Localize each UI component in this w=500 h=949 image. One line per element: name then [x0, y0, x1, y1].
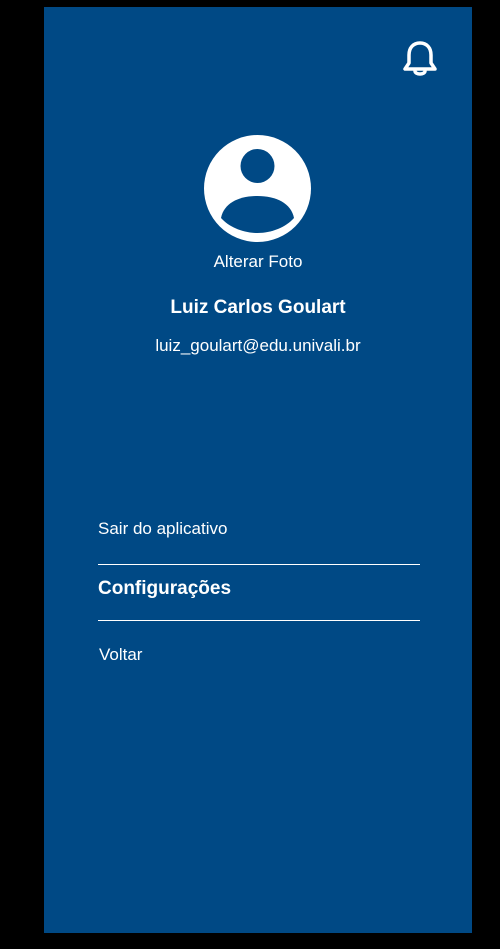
- bell-icon[interactable]: [402, 39, 438, 79]
- profile-screen: Alterar Foto Luiz Carlos Goulart luiz_go…: [44, 7, 472, 933]
- settings-menu-item[interactable]: Configurações: [98, 578, 231, 600]
- menu-divider: [98, 564, 420, 565]
- logout-menu-item[interactable]: Sair do aplicativo: [98, 519, 227, 539]
- user-avatar-icon[interactable]: [204, 135, 311, 242]
- user-email: luiz_goulart@edu.univali.br: [155, 336, 361, 355]
- change-photo-link[interactable]: Alterar Foto: [44, 252, 472, 272]
- menu-divider: [98, 620, 420, 621]
- user-name: Luiz Carlos Goulart: [170, 297, 346, 318]
- back-menu-item[interactable]: Voltar: [99, 645, 142, 665]
